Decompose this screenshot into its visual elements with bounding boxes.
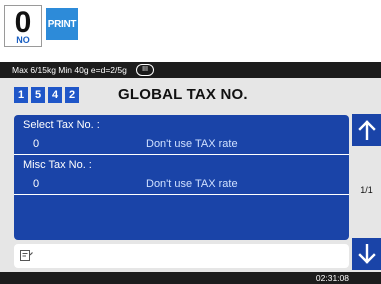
page-title: GLOBAL TAX NO. xyxy=(118,86,248,103)
menu-code-digit: 1 xyxy=(14,87,28,103)
input-field[interactable] xyxy=(14,244,349,268)
scroll-up-button[interactable] xyxy=(352,114,381,146)
arrow-down-icon xyxy=(357,244,376,264)
select-tax-field[interactable]: Select Tax No. : 0 Don't use TAX rate xyxy=(14,115,349,155)
misc-tax-description: Don't use TAX rate xyxy=(146,178,238,190)
page-indicator: 1/1 xyxy=(360,185,373,195)
menu-code-digit: 5 xyxy=(31,87,45,103)
print-key-label: PRINT xyxy=(47,18,77,30)
scale-screen: Max 6/15kg Min 40g e=d=2/5g III 1 5 4 2 … xyxy=(0,62,381,284)
accuracy-class-badge: III xyxy=(136,64,154,76)
print-key-button[interactable]: PRINT xyxy=(46,8,78,40)
misc-tax-value: 0 xyxy=(33,178,40,190)
zero-key-button[interactable]: 0 NO xyxy=(4,5,42,47)
zero-key-sub-label: NO xyxy=(16,35,30,45)
select-tax-label: Select Tax No. : xyxy=(23,119,100,131)
top-keys: 0 NO PRINT xyxy=(4,5,78,47)
settings-panel: Select Tax No. : 0 Don't use TAX rate Mi… xyxy=(14,115,349,240)
select-tax-value: 0 xyxy=(33,138,40,150)
arrow-up-icon xyxy=(357,120,376,140)
scale-capacity-text: Max 6/15kg Min 40g e=d=2/5g xyxy=(12,65,127,75)
misc-tax-label: Misc Tax No. : xyxy=(23,159,92,171)
select-tax-description: Don't use TAX rate xyxy=(146,138,238,150)
status-bar: Max 6/15kg Min 40g e=d=2/5g III xyxy=(0,62,381,78)
menu-code: 1 5 4 2 xyxy=(14,87,79,103)
clock: 02:31:08 xyxy=(315,273,349,283)
menu-code-digit: 4 xyxy=(48,87,62,103)
misc-tax-field[interactable]: Misc Tax No. : 0 Don't use TAX rate xyxy=(14,155,349,195)
bottom-status-bar: 02:31:08 xyxy=(0,272,381,284)
edit-note-icon xyxy=(20,250,33,261)
title-row: 1 5 4 2 GLOBAL TAX NO. xyxy=(0,78,381,110)
menu-code-digit: 2 xyxy=(65,87,79,103)
scroll-down-button[interactable] xyxy=(352,238,381,270)
